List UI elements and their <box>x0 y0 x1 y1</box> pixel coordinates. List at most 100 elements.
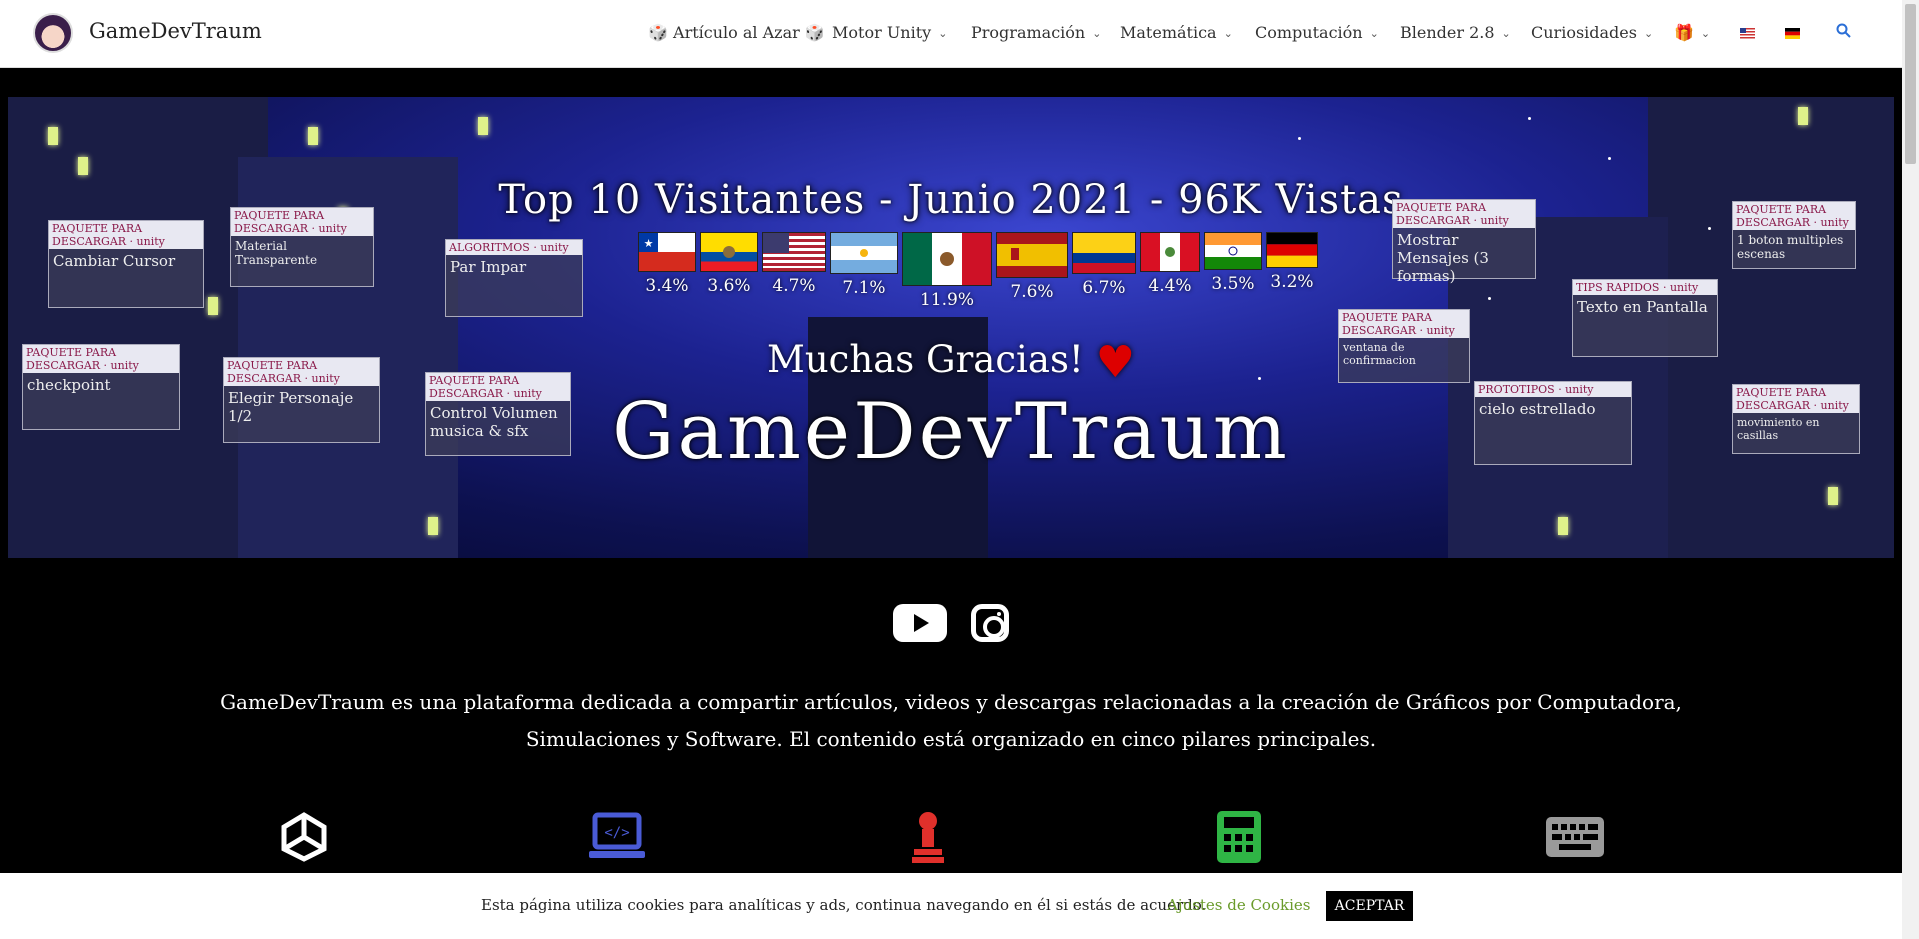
card-elegir-personaje[interactable]: PAQUETE PARA DESCARGAR · unity Elegir Per… <box>223 357 380 443</box>
pillar-computacion[interactable] <box>1545 807 1605 867</box>
country-chile: ★ 3.4% <box>638 232 696 296</box>
svg-text:</>: </> <box>604 825 629 841</box>
intro-text: GameDevTraum es una plataforma dedicada … <box>220 690 1682 751</box>
nav-item-lang-de[interactable] <box>1785 23 1800 42</box>
window-light <box>208 297 218 315</box>
chevron-down-icon: ⌄ <box>1501 27 1511 40</box>
country-percent: 7.1% <box>842 278 886 298</box>
keyboard-icon <box>1546 817 1604 857</box>
chevron-down-icon: ⌄ <box>1643 27 1654 40</box>
country-percent: 4.7% <box>772 276 816 296</box>
card-cambiar-cursor[interactable]: PAQUETE PARA DESCARGAR · unity Cambiar Cu… <box>48 220 204 308</box>
site-header: GameDevTraum 🎲 Artículo al Azar 🎲 Motor … <box>0 0 1902 68</box>
pillar-programacion[interactable]: </> <box>587 807 647 867</box>
nav-item-lang-en[interactable] <box>1740 23 1755 42</box>
chess-pawn-icon <box>912 812 944 863</box>
country-percent: 7.6% <box>1010 282 1054 302</box>
card-material-transparente[interactable]: PAQUETE PARA DESCARGAR · unity Material T… <box>230 207 374 287</box>
gift-icon: 🎁 <box>1674 23 1694 42</box>
mexico-flag-icon <box>902 232 992 286</box>
nav-item-random-article[interactable]: 🎲 Artículo al Azar 🎲 <box>648 23 825 42</box>
nav-search[interactable] <box>1836 23 1851 42</box>
card-ventana-confirmacion[interactable]: PAQUETE PARA DESCARGAR · unity ventana de… <box>1338 309 1470 383</box>
window-light <box>478 117 488 135</box>
de-flag-icon <box>1785 28 1800 39</box>
country-percent: 6.7% <box>1082 278 1126 298</box>
card-texto-pantalla[interactable]: TIPS RAPIDOS · unity Texto en Pantalla <box>1572 279 1718 357</box>
country-percent: 3.4% <box>645 276 689 296</box>
cookie-text: Esta página utiliza cookies para analíti… <box>481 896 1207 914</box>
window-light <box>48 127 58 145</box>
nav-item-programacion[interactable]: Programación ⌄ <box>971 23 1101 42</box>
chevron-down-icon: ⌄ <box>1223 27 1233 40</box>
country-ecuador: 3.6% <box>700 232 758 296</box>
country-india: 3.5% <box>1204 232 1262 294</box>
country-colombia: 6.7% <box>1072 232 1136 298</box>
social-links <box>0 604 1902 642</box>
spain-flag-icon <box>996 232 1068 278</box>
card-par-impar[interactable]: ALGORITMOS · unity Par Impar <box>445 239 583 317</box>
svg-text:★: ★ <box>644 237 654 250</box>
nav-item-blender[interactable]: Blender 2.8 ⌄ <box>1400 23 1511 42</box>
card-movimiento-casillas[interactable]: PAQUETE PARA DESCARGAR · unity movimiento… <box>1732 384 1860 454</box>
cookie-settings-link[interactable]: Ajustes de Cookies <box>1167 896 1310 914</box>
chevron-down-icon: ⌄ <box>1369 27 1379 40</box>
india-flag-icon <box>1204 232 1262 270</box>
card-checkpoint[interactable]: PAQUETE PARA DESCARGAR · unity checkpoint <box>22 344 180 430</box>
country-flags: ★ 3.4% 3.6% 4.7% 7.1% 11.9% 7.6% 6.7% 4.… <box>638 232 1318 310</box>
nav-item-motor-unity[interactable]: Motor Unity ⌄ <box>832 23 947 42</box>
chevron-down-icon: ⌄ <box>1092 27 1102 40</box>
pillar-juegos[interactable] <box>898 807 958 867</box>
search-icon <box>1836 23 1851 38</box>
usa-flag-icon <box>762 232 826 272</box>
pillar-unity[interactable] <box>274 807 334 867</box>
us-flag-icon <box>1740 28 1755 39</box>
instagram-icon[interactable] <box>970 604 1009 642</box>
star <box>1708 227 1711 230</box>
card-cielo-estrellado[interactable]: PROTOTIPOS · unity cielo estrellado <box>1474 381 1632 465</box>
window-light <box>1798 107 1808 125</box>
nav-item-matematica[interactable]: Matemática ⌄ <box>1120 23 1233 42</box>
country-percent: 3.6% <box>707 276 751 296</box>
ecuador-flag-icon <box>700 232 758 272</box>
pillar-matematica[interactable] <box>1209 807 1269 867</box>
germany-flag-icon <box>1266 232 1318 268</box>
page-scrollbar[interactable] <box>1902 0 1919 939</box>
country-spain: 7.6% <box>996 232 1068 302</box>
hero-banner[interactable]: Top 10 Visitantes - Junio 2021 - 96K Vis… <box>8 97 1894 558</box>
window-light <box>308 127 318 145</box>
unity-icon <box>281 812 327 862</box>
scrollbar-thumb[interactable] <box>1905 4 1916 164</box>
site-logo[interactable] <box>33 13 73 53</box>
country-peru: 4.4% <box>1140 232 1200 296</box>
nav-item-curiosidades[interactable]: Curiosidades ⌄ <box>1531 23 1653 42</box>
star <box>1488 297 1491 300</box>
country-percent: 3.2% <box>1270 272 1314 292</box>
star <box>1608 157 1611 160</box>
country-percent: 4.4% <box>1148 276 1192 296</box>
country-germany: 3.2% <box>1266 232 1318 292</box>
argentina-flag-icon <box>830 232 898 274</box>
star <box>1298 137 1301 140</box>
nav-item-computacion[interactable]: Computación ⌄ <box>1255 23 1379 42</box>
site-title[interactable]: GameDevTraum <box>89 19 262 43</box>
heart-icon: ♥ <box>1095 337 1136 388</box>
nav-item-gift[interactable]: 🎁 ⌄ <box>1674 23 1710 42</box>
calculator-icon <box>1217 811 1261 863</box>
peru-flag-icon <box>1140 232 1200 272</box>
laptop-code-icon: </> <box>589 812 645 858</box>
star <box>1528 117 1531 120</box>
country-mexico: 11.9% <box>902 232 992 310</box>
chile-flag-icon: ★ <box>638 232 696 272</box>
cookie-banner: Esta página utiliza cookies para analíti… <box>0 873 1902 939</box>
card-mostrar-mensajes[interactable]: PAQUETE PARA DESCARGAR · unity Mostrar Me… <box>1392 199 1536 285</box>
window-light <box>428 517 438 535</box>
accept-cookies-button[interactable]: ACEPTAR <box>1326 891 1413 921</box>
country-argentina: 7.1% <box>830 232 898 298</box>
colombia-flag-icon <box>1072 232 1136 274</box>
card-control-volumen[interactable]: PAQUETE PARA DESCARGAR · unity Control Vo… <box>425 372 571 456</box>
country-percent: 3.5% <box>1211 274 1255 294</box>
card-un-boton[interactable]: PAQUETE PARA DESCARGAR · unity 1 boton mu… <box>1732 201 1856 269</box>
country-percent: 11.9% <box>919 290 974 310</box>
youtube-icon[interactable] <box>893 604 948 642</box>
